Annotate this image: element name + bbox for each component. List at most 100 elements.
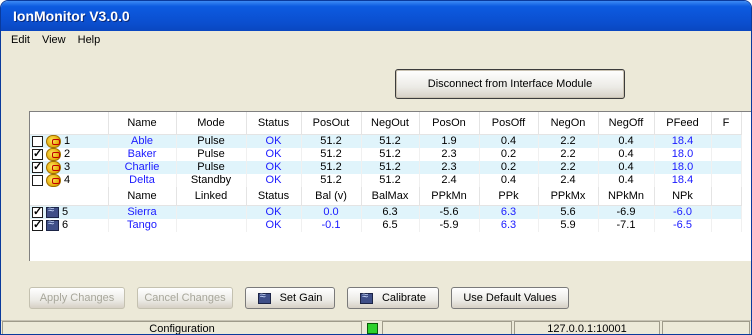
row-checkbox[interactable] [32,161,43,173]
menu-help[interactable]: Help [72,34,107,46]
col-header-ppkmn[interactable]: PPkMn [419,186,480,206]
col-header-status[interactable]: Status [246,112,302,135]
table-row[interactable]: 5 Sierra OK 0.0 6.3 -5.6 6.3 5.6 -6.9 -6… [30,205,742,219]
disconnect-label: Disconnect from Interface Module [427,78,593,90]
row-number: 6 [62,219,69,232]
col-header-posoff[interactable]: PosOff [479,112,539,135]
col-header-npkmn[interactable]: NPkMn [598,186,655,206]
connection-led-icon [366,323,378,334]
calibrate-button[interactable]: Calibrate [347,287,439,309]
row-checkbox[interactable] [32,219,43,231]
cell-mode: Pulse [176,134,247,148]
set-gain-icon [257,290,271,304]
table-row[interactable]: 2 Baker Pulse OK 51.2 51.2 2.3 0.2 2.2 0… [30,147,742,161]
cell-name: Tango [108,218,177,232]
col-header-posout[interactable]: PosOut [301,112,362,135]
cell-negon: 2.4 [538,173,599,187]
table-row[interactable]: 3 Charlie Pulse OK 51.2 51.2 2.3 0.2 2.2… [30,160,742,174]
row-checkbox[interactable] [32,174,43,186]
row-checkbox[interactable] [32,206,43,218]
cell-negout: 51.2 [361,173,420,187]
calibrate-icon [359,290,373,304]
col-header-linked[interactable]: Linked [176,186,247,206]
cell-poson: 1.9 [419,134,480,148]
status-address-text: 127.0.0.1:10001 [547,322,627,335]
col-header-extra [711,186,742,206]
cell-negout: 51.2 [361,134,420,148]
pulse-header-row: Name Mode Status PosOut NegOut PosOn Pos… [30,112,742,135]
balance-header-row: Name Linked Status Bal (v) BalMax PPkMn … [30,186,742,206]
col-header-poson[interactable]: PosOn [419,112,480,135]
cell-negout: 51.2 [361,160,420,174]
col-header-name[interactable]: Name [108,186,177,206]
cell-negoff: 0.4 [598,173,655,187]
cancel-changes-label: Cancel Changes [144,292,226,304]
col-header-mode[interactable]: Mode [176,112,247,135]
col-header-ppkmx[interactable]: PPkMx [538,186,599,206]
cell-negoff: 0.4 [598,134,655,148]
cell-poson: 2.3 [419,160,480,174]
cell-name: Delta [108,173,177,187]
cell-pfeed: 18.0 [654,147,712,161]
cell-status: OK [246,147,302,161]
cell-posoff: 0.2 [479,160,539,174]
cell-posoff: 0.4 [479,134,539,148]
cell-pfeed: 18.4 [654,134,712,148]
table-row[interactable]: 6 Tango OK -0.1 6.5 -5.9 6.3 5.9 -7.1 -6… [30,218,742,232]
menu-view[interactable]: View [36,34,72,46]
set-gain-button[interactable]: Set Gain [245,287,335,309]
col-header-f[interactable]: F [711,112,742,135]
cell-npk: -6.5 [654,218,712,232]
col-header-bal[interactable]: Bal (v) [301,186,362,206]
cell-f [711,160,742,174]
cell-negoff: 0.4 [598,160,655,174]
col-header-name[interactable]: Name [108,112,177,135]
connection-area: Disconnect from Interface Module [395,69,625,99]
cell-name: Baker [108,147,177,161]
row-number: 3 [64,161,71,173]
apply-changes-button[interactable]: Apply Changes [29,287,125,309]
cell-name: Sierra [108,205,177,219]
col-header-negout[interactable]: NegOut [361,112,420,135]
status-blank-panel [382,321,512,334]
menu-edit[interactable]: Edit [5,34,36,46]
cell-mode: Pulse [176,147,247,161]
cell-negout: 51.2 [361,147,420,161]
cell-mode: Standby [176,173,247,187]
cancel-changes-button[interactable]: Cancel Changes [137,287,233,309]
cell-ppkmx: 5.6 [538,205,599,219]
table-row[interactable]: 4 Delta Standby OK 51.2 51.2 2.4 0.4 2.4… [30,173,742,187]
cell-poson: 2.4 [419,173,480,187]
row-checkbox[interactable] [32,148,43,160]
cell-bal: -0.1 [301,218,362,232]
set-gain-label: Set Gain [279,292,323,304]
cell-ppkmn: -5.9 [419,218,480,232]
channel-table: Name Mode Status PosOut NegOut PosOn Pos… [30,112,742,232]
col-header-npk[interactable]: NPk [654,186,712,206]
cell-posoff: 0.4 [479,173,539,187]
cell-poson: 2.3 [419,147,480,161]
row-number: 4 [64,174,71,186]
cell-npkmn: -6.9 [598,205,655,219]
channel-grid[interactable]: Name Mode Status PosOut NegOut PosOn Pos… [29,111,751,261]
col-header-negon[interactable]: NegOn [538,112,599,135]
col-header-status[interactable]: Status [246,186,302,206]
col-header-balmax[interactable]: BalMax [361,186,420,206]
app-window: IonMonitor V3.0.0 Edit View Help Disconn… [0,0,752,335]
menu-bar: Edit View Help [1,31,751,49]
col-header-ppk[interactable]: PPk [479,186,539,206]
table-row[interactable]: 1 Able Pulse OK 51.2 51.2 1.9 0.4 2.2 0.… [30,134,742,148]
use-default-values-button[interactable]: Use Default Values [451,287,569,309]
cell-pfeed: 18.0 [654,160,712,174]
row-checkbox[interactable] [32,135,43,147]
cell-posout: 51.2 [301,134,362,148]
cell-status: OK [246,205,302,219]
cell-bal: 0.0 [301,205,362,219]
cell-linked [176,218,247,232]
pulse-device-icon [46,160,61,174]
disconnect-button[interactable]: Disconnect from Interface Module [395,69,625,99]
cell-name: Charlie [108,160,177,174]
col-header-negoff[interactable]: NegOff [598,112,655,135]
title-bar[interactable]: IonMonitor V3.0.0 [1,1,751,31]
col-header-pfeed[interactable]: PFeed [654,112,712,135]
